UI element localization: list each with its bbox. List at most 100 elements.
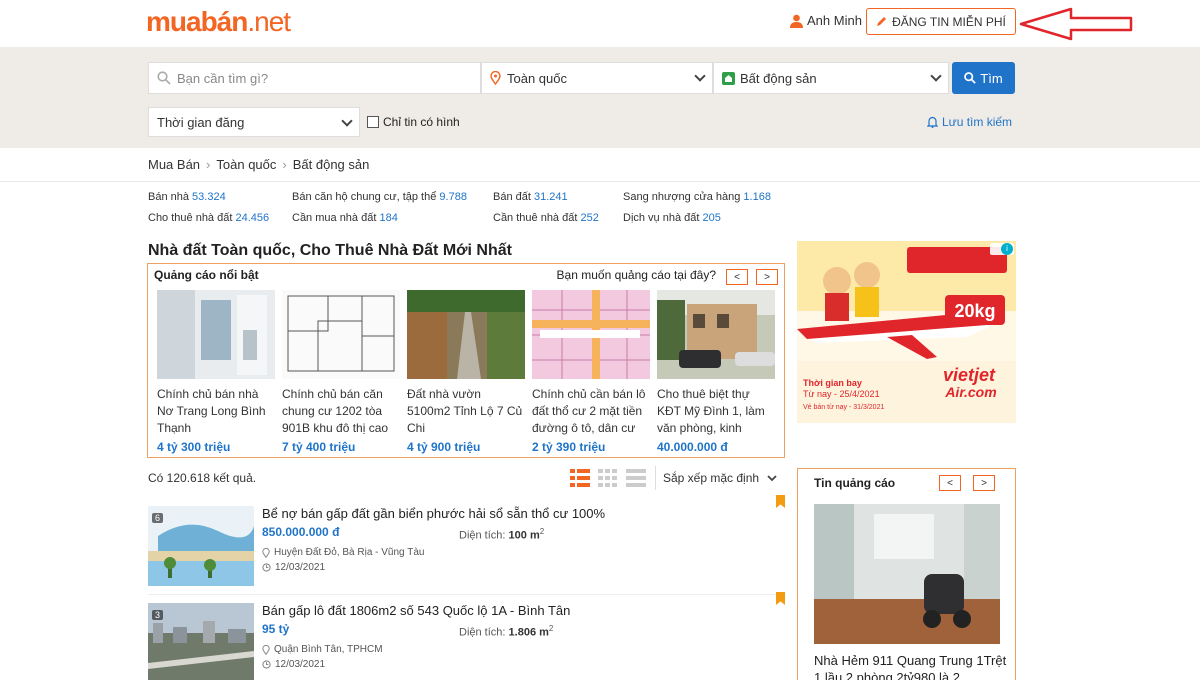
featured-item[interactable]: Chính chủ cần bán lô đất thổ cư 2 mặt ti… — [532, 290, 650, 454]
clock-icon — [262, 660, 271, 669]
ad-info-icon[interactable]: i — [1001, 243, 1013, 255]
chevron-down-icon — [930, 70, 942, 82]
breadcrumb-separator: › — [282, 157, 287, 172]
search-icon — [157, 71, 171, 85]
list-view-icon[interactable] — [570, 469, 590, 487]
featured-ads-box: Quảng cáo nổi bật Bạn muốn quảng cáo tại… — [147, 263, 785, 458]
breadcrumb-separator: › — [206, 157, 211, 172]
listing-photo — [148, 506, 254, 586]
post-free-ad-button[interactable]: ĐĂNG TIN MIỄN PHÍ — [866, 8, 1016, 35]
featured-item[interactable]: Chính chủ bán căn chung cư 1202 tòa 901B… — [282, 290, 400, 454]
sponsored-title[interactable]: Nhà Hẻm 911 Quang Trung 1Trệt 1 lầu 2 ph… — [814, 652, 1010, 680]
bookmark-icon[interactable] — [776, 495, 785, 508]
ad-banner[interactable]: 20kg Thời gian bay Từ nay - 25/4/2021 Vé… — [797, 241, 1016, 423]
search-placeholder: Bạn cần tìm gì? — [177, 70, 269, 86]
grid-view-icon[interactable] — [598, 469, 618, 487]
post-button-label: ĐĂNG TIN MIỄN PHÍ — [892, 14, 1006, 29]
svg-text:Thời gian bay: Thời gian bay — [803, 378, 862, 388]
listing-area: Diện tích: 1.806 m2 — [459, 624, 554, 639]
featured-next-button[interactable]: > — [756, 269, 778, 285]
listing-photo — [148, 603, 254, 680]
time-filter-value: Thời gian đăng — [157, 114, 245, 130]
divider — [0, 181, 1200, 182]
photo-only-filter[interactable]: Chỉ tin có hình — [367, 115, 460, 129]
save-search-link[interactable]: Lưu tìm kiếm — [927, 115, 1012, 129]
logo-main: muabán — [146, 6, 248, 37]
photo-count-badge: 3 — [152, 610, 164, 620]
category-link[interactable]: Cần thuê nhà đất 252 — [493, 212, 599, 224]
clock-icon — [262, 563, 271, 572]
location-select[interactable]: Toàn quốc — [481, 62, 713, 94]
bookmark-icon[interactable] — [776, 592, 785, 605]
category-link[interactable]: Bán đất 31.241 — [493, 191, 568, 203]
listing-price: 95 tỷ — [262, 622, 290, 636]
category-link[interactable]: Bán căn hộ chung cư, tập thể 9.788 — [292, 191, 467, 203]
search-button-label: Tìm — [980, 70, 1003, 86]
listing-photo — [814, 504, 1000, 644]
photo-count-badge: 6 — [152, 513, 164, 523]
listing-date: 12/03/2021 — [262, 562, 325, 573]
listing-photo — [407, 290, 525, 379]
site-logo[interactable]: muabán.net — [146, 6, 291, 38]
divider — [655, 466, 656, 490]
save-search-label: Lưu tìm kiếm — [942, 115, 1013, 129]
category-link[interactable]: Bán nhà 53.324 — [148, 191, 226, 203]
category-link[interactable]: Cho thuê nhà đất 24.456 — [148, 212, 269, 224]
listing-photo — [532, 290, 650, 379]
location-value: Toàn quốc — [507, 70, 567, 86]
listing-photo — [657, 290, 775, 379]
sponsored-next-button[interactable]: > — [973, 475, 995, 491]
location-pin-icon — [490, 71, 501, 85]
svg-text:vietjet: vietjet — [943, 365, 996, 385]
breadcrumb: Mua Bán › Toàn quốc › Bất động sản — [148, 157, 369, 172]
featured-prev-button[interactable]: < — [726, 269, 748, 285]
listing-area: Diện tích: 100 m2 — [459, 527, 545, 542]
category-link[interactable]: Dịch vụ nhà đất 205 — [623, 212, 721, 224]
logo-tld: .net — [247, 6, 291, 37]
sponsored-box: Tin quảng cáo < > Nhà Hẻm 911 Quang Trun… — [797, 468, 1016, 680]
svg-text:Từ nay - 25/4/2021: Từ nay - 25/4/2021 — [803, 389, 880, 399]
divider — [148, 594, 785, 595]
breadcrumb-item-category[interactable]: Bất động sản — [293, 157, 370, 172]
chevron-down-icon — [767, 474, 777, 481]
svg-text:Vé bán từ nay - 31/3/2021: Vé bán từ nay - 31/3/2021 — [803, 404, 884, 411]
search-button[interactable]: Tìm — [952, 62, 1015, 94]
chevron-down-icon — [694, 70, 706, 82]
search-input[interactable]: Bạn cần tìm gì? — [148, 62, 481, 94]
user-menu[interactable]: Anh Minh — [790, 13, 862, 28]
sort-select[interactable]: Sắp xếp mặc định — [663, 471, 777, 485]
property-icon — [722, 71, 735, 85]
listing-title[interactable]: Bán gấp lô đất 1806m2 số 543 Quốc lộ 1A … — [262, 603, 570, 618]
listing-item[interactable]: 6 Bể nợ bán gấp đất gần biển phước hải s… — [148, 495, 785, 588]
location-pin-icon — [262, 547, 270, 558]
listing-title[interactable]: Bể nợ bán gấp đất gần biển phước hải sổ … — [262, 506, 605, 521]
listing-date: 12/03/2021 — [262, 659, 325, 670]
featured-item[interactable]: Cho thuê biệt thự KĐT Mỹ Đình 1, làm văn… — [657, 290, 775, 454]
listing-item[interactable]: 3 Bán gấp lô đất 1806m2 số 543 Quốc lộ 1… — [148, 592, 785, 680]
airline-ad-image: 20kg Thời gian bay Từ nay - 25/4/2021 Vé… — [797, 241, 1016, 423]
photo-only-checkbox[interactable] — [367, 116, 379, 128]
featured-item[interactable]: Đất nhà vườn 5100m2 Tỉnh Lộ 7 Củ Chi 4 t… — [407, 290, 525, 454]
featured-item[interactable]: Chính chủ bán nhà Nơ Trang Long Bình Thạ… — [157, 290, 275, 454]
search-icon — [964, 72, 977, 84]
user-icon — [790, 14, 803, 28]
user-name: Anh Minh — [807, 13, 862, 28]
advertise-here-link[interactable]: Bạn muốn quảng cáo tại đây? — [557, 268, 716, 282]
result-count: Có 120.618 kết quả. — [148, 471, 257, 485]
listing-photo — [157, 290, 275, 379]
category-link[interactable]: Cần mua nhà đất 184 — [292, 212, 398, 224]
time-filter-select[interactable]: Thời gian đăng — [148, 107, 360, 137]
photo-only-label: Chỉ tin có hình — [383, 115, 460, 129]
sponsored-heading: Tin quảng cáo — [814, 476, 896, 490]
breadcrumb-item-location[interactable]: Toàn quốc — [216, 157, 276, 172]
svg-text:Air.com: Air.com — [944, 384, 996, 400]
pencil-icon — [877, 17, 887, 26]
category-select[interactable]: Bất động sản — [713, 62, 949, 94]
category-value: Bất động sản — [740, 70, 817, 86]
category-link[interactable]: Sang nhượng cửa hàng 1.168 — [623, 191, 771, 203]
svg-text:20kg: 20kg — [954, 301, 995, 321]
listing-location: Quận Bình Tân, TPHCM — [262, 644, 383, 655]
breadcrumb-item-home[interactable]: Mua Bán — [148, 157, 200, 172]
sponsored-prev-button[interactable]: < — [939, 475, 961, 491]
compact-view-icon[interactable] — [626, 469, 646, 487]
